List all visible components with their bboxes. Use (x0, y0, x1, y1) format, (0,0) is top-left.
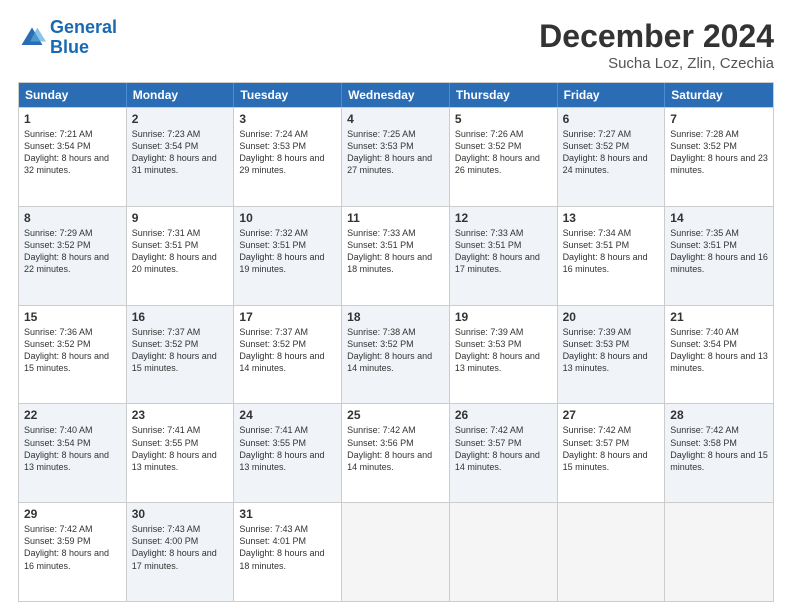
cell-12: 12 Sunrise: 7:33 AM Sunset: 3:51 PM Dayl… (450, 207, 558, 305)
logo-icon (18, 24, 46, 52)
cell-20: 20 Sunrise: 7:39 AM Sunset: 3:53 PM Dayl… (558, 306, 666, 404)
cell-empty-5 (450, 503, 558, 601)
cell-31: 31 Sunrise: 7:43 AM Sunset: 4:01 PM Dayl… (234, 503, 342, 601)
page: General Blue December 2024 Sucha Loz, Zl… (0, 0, 792, 612)
header-monday: Monday (127, 83, 235, 107)
cell-13: 13 Sunrise: 7:34 AM Sunset: 3:51 PM Dayl… (558, 207, 666, 305)
cell-23: 23 Sunrise: 7:41 AM Sunset: 3:55 PM Dayl… (127, 404, 235, 502)
cell-1: 1 Sunrise: 7:21 AM Sunset: 3:54 PM Dayli… (19, 108, 127, 206)
cell-9: 9 Sunrise: 7:31 AM Sunset: 3:51 PM Dayli… (127, 207, 235, 305)
header-saturday: Saturday (665, 83, 773, 107)
cell-2: 2 Sunrise: 7:23 AM Sunset: 3:54 PM Dayli… (127, 108, 235, 206)
main-title: December 2024 (539, 18, 774, 55)
cell-26: 26 Sunrise: 7:42 AM Sunset: 3:57 PM Dayl… (450, 404, 558, 502)
week-2: 8 Sunrise: 7:29 AM Sunset: 3:52 PM Dayli… (19, 206, 773, 305)
cell-3: 3 Sunrise: 7:24 AM Sunset: 3:53 PM Dayli… (234, 108, 342, 206)
cell-15: 15 Sunrise: 7:36 AM Sunset: 3:52 PM Dayl… (19, 306, 127, 404)
cell-7: 7 Sunrise: 7:28 AM Sunset: 3:52 PM Dayli… (665, 108, 773, 206)
week-5: 29 Sunrise: 7:42 AM Sunset: 3:59 PM Dayl… (19, 502, 773, 601)
cell-14: 14 Sunrise: 7:35 AM Sunset: 3:51 PM Dayl… (665, 207, 773, 305)
cell-22: 22 Sunrise: 7:40 AM Sunset: 3:54 PM Dayl… (19, 404, 127, 502)
cell-empty-4 (342, 503, 450, 601)
week-1: 1 Sunrise: 7:21 AM Sunset: 3:54 PM Dayli… (19, 107, 773, 206)
cell-5: 5 Sunrise: 7:26 AM Sunset: 3:52 PM Dayli… (450, 108, 558, 206)
header-wednesday: Wednesday (342, 83, 450, 107)
cell-18: 18 Sunrise: 7:38 AM Sunset: 3:52 PM Dayl… (342, 306, 450, 404)
cell-19: 19 Sunrise: 7:39 AM Sunset: 3:53 PM Dayl… (450, 306, 558, 404)
logo: General Blue (18, 18, 117, 58)
calendar: Sunday Monday Tuesday Wednesday Thursday… (18, 82, 774, 602)
cell-11: 11 Sunrise: 7:33 AM Sunset: 3:51 PM Dayl… (342, 207, 450, 305)
cell-28: 28 Sunrise: 7:42 AM Sunset: 3:58 PM Dayl… (665, 404, 773, 502)
cell-empty-6 (558, 503, 666, 601)
cell-21: 21 Sunrise: 7:40 AM Sunset: 3:54 PM Dayl… (665, 306, 773, 404)
cell-27: 27 Sunrise: 7:42 AM Sunset: 3:57 PM Dayl… (558, 404, 666, 502)
cell-25: 25 Sunrise: 7:42 AM Sunset: 3:56 PM Dayl… (342, 404, 450, 502)
week-4: 22 Sunrise: 7:40 AM Sunset: 3:54 PM Dayl… (19, 403, 773, 502)
header: General Blue December 2024 Sucha Loz, Zl… (18, 18, 774, 72)
cell-6: 6 Sunrise: 7:27 AM Sunset: 3:52 PM Dayli… (558, 108, 666, 206)
title-block: December 2024 Sucha Loz, Zlin, Czechia (539, 18, 774, 72)
cell-30: 30 Sunrise: 7:43 AM Sunset: 4:00 PM Dayl… (127, 503, 235, 601)
cell-4: 4 Sunrise: 7:25 AM Sunset: 3:53 PM Dayli… (342, 108, 450, 206)
week-3: 15 Sunrise: 7:36 AM Sunset: 3:52 PM Dayl… (19, 305, 773, 404)
logo-text: General Blue (50, 18, 117, 58)
calendar-body: 1 Sunrise: 7:21 AM Sunset: 3:54 PM Dayli… (19, 107, 773, 601)
header-thursday: Thursday (450, 83, 558, 107)
cell-empty-7 (665, 503, 773, 601)
cell-8: 8 Sunrise: 7:29 AM Sunset: 3:52 PM Dayli… (19, 207, 127, 305)
cell-10: 10 Sunrise: 7:32 AM Sunset: 3:51 PM Dayl… (234, 207, 342, 305)
header-tuesday: Tuesday (234, 83, 342, 107)
cell-16: 16 Sunrise: 7:37 AM Sunset: 3:52 PM Dayl… (127, 306, 235, 404)
cell-17: 17 Sunrise: 7:37 AM Sunset: 3:52 PM Dayl… (234, 306, 342, 404)
header-friday: Friday (558, 83, 666, 107)
cell-29: 29 Sunrise: 7:42 AM Sunset: 3:59 PM Dayl… (19, 503, 127, 601)
subtitle: Sucha Loz, Zlin, Czechia (539, 55, 774, 72)
header-sunday: Sunday (19, 83, 127, 107)
calendar-header: Sunday Monday Tuesday Wednesday Thursday… (19, 83, 773, 107)
cell-24: 24 Sunrise: 7:41 AM Sunset: 3:55 PM Dayl… (234, 404, 342, 502)
